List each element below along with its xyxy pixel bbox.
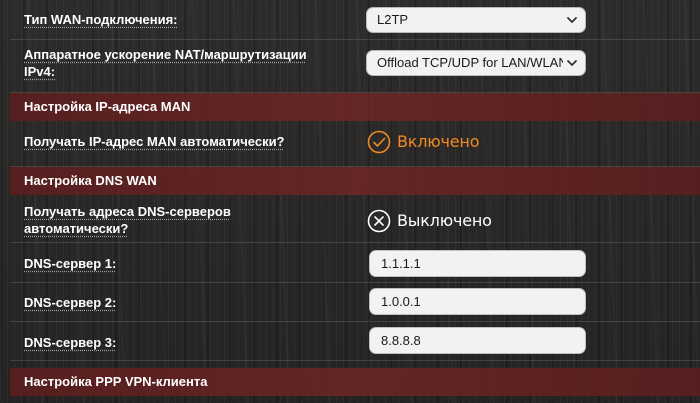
wan-type-label: Тип WAN-подключения: xyxy=(24,12,178,27)
dns2-row: DNS-сервер 2: 1.0.0.1 xyxy=(10,283,700,322)
wan-type-value: L2TP xyxy=(377,12,409,27)
dns3-label: DNS-сервер 3: xyxy=(24,335,117,350)
wan-type-select[interactable]: L2TP xyxy=(366,7,586,33)
ppp-vpn-section-title: Настройка PPP VPN-клиента xyxy=(24,374,208,389)
dns1-input[interactable]: 1.1.1.1 xyxy=(369,250,586,277)
nat-accel-row: Аппаратное ускорение NAT/маршрутизации I… xyxy=(10,40,700,93)
check-circle-icon xyxy=(367,130,391,154)
dns3-row: DNS-сервер 3: 8.8.8.8 xyxy=(10,322,700,361)
nat-accel-label: Аппаратное ускорение NAT/маршрутизации I… xyxy=(24,46,307,80)
auto-dns-label-line2: автоматически? xyxy=(24,221,129,236)
dns1-row: DNS-сервер 1: 1.1.1.1 xyxy=(10,243,700,283)
ppp-vpn-section-header: Настройка PPP VPN-клиента xyxy=(10,368,700,396)
nat-accel-value: Offload TCP/UDP for LAN/WLAN xyxy=(377,55,563,70)
auto-dns-toggle[interactable]: Выключено xyxy=(367,209,497,233)
x-circle-icon xyxy=(367,209,391,233)
nat-accel-label-line2: IPv4: xyxy=(24,64,56,79)
dns3-input[interactable]: 8.8.8.8 xyxy=(369,327,586,354)
wan-type-row: Тип WAN-подключения: L2TP xyxy=(10,0,700,40)
auto-ip-state: Включено xyxy=(397,132,480,151)
ip-man-section-title: Настройка IP-адреса MAN xyxy=(24,99,191,114)
nat-accel-select[interactable]: Offload TCP/UDP for LAN/WLAN xyxy=(366,50,586,76)
nat-accel-label-line1: Аппаратное ускорение NAT/маршрутизации xyxy=(24,47,307,62)
dns1-label: DNS-сервер 1: xyxy=(24,256,117,271)
auto-ip-toggle[interactable]: Включено xyxy=(367,130,487,154)
auto-ip-label: Получать IP-адрес MAN автоматически? xyxy=(24,134,285,149)
chevron-down-icon xyxy=(567,17,577,23)
dns-wan-section-header: Настройка DNS WAN xyxy=(10,167,700,195)
chevron-down-icon xyxy=(567,60,577,66)
auto-dns-label: Получать адреса DNS-серверов автоматичес… xyxy=(24,203,231,237)
dns2-input[interactable]: 1.0.0.1 xyxy=(369,288,586,315)
dns2-label: DNS-сервер 2: xyxy=(24,295,117,310)
auto-dns-state: Выключено xyxy=(397,211,492,230)
auto-dns-row: Получать адреса DNS-серверов автоматичес… xyxy=(10,195,700,243)
dns-wan-section-title: Настройка DNS WAN xyxy=(24,173,157,188)
auto-dns-label-line1: Получать адреса DNS-серверов xyxy=(24,204,231,219)
auto-ip-row: Получать IP-адрес MAN автоматически? Вкл… xyxy=(10,121,700,167)
ip-man-section-header: Настройка IP-адреса MAN xyxy=(10,93,700,121)
